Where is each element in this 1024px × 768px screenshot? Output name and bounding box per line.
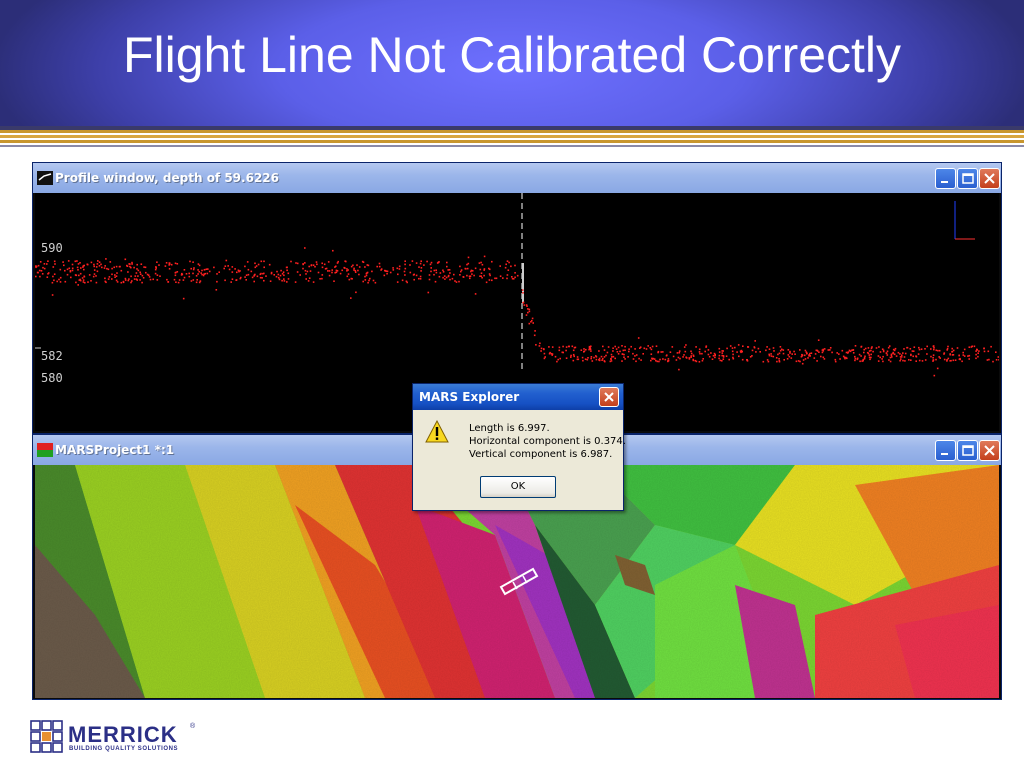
minimize-icon	[941, 181, 948, 183]
merrick-logo: MERRICK ® BUILDING QUALITY SOLUTIONS	[30, 720, 210, 756]
slide-header: Flight Line Not Calibrated Correctly	[0, 0, 1024, 126]
maximize-icon	[962, 445, 974, 456]
logo-tagline: BUILDING QUALITY SOLUTIONS	[69, 746, 179, 752]
map-maximize-button[interactable]	[957, 440, 978, 461]
maximize-icon	[962, 173, 974, 184]
minimize-icon	[941, 453, 948, 455]
profile-window-icon	[37, 171, 53, 185]
profile-maximize-button[interactable]	[957, 168, 978, 189]
profile-close-button[interactable]	[979, 168, 1000, 189]
profile-minimize-button[interactable]	[935, 168, 956, 189]
close-icon	[984, 445, 995, 456]
slide-title: Flight Line Not Calibrated Correctly	[122, 27, 902, 83]
close-icon	[604, 392, 614, 402]
dialog-title: MARS Explorer	[419, 390, 520, 404]
map-window-title: MARSProject1 *:1	[55, 443, 175, 457]
merrick-grid-icon	[30, 720, 63, 753]
map-window-icon	[37, 443, 53, 457]
dialog-length-text: Length is 6.997.	[469, 423, 550, 434]
profile-window-title: Profile window, depth of 59.6226	[55, 171, 279, 185]
map-minimize-button[interactable]	[935, 440, 956, 461]
dialog-close-button[interactable]	[599, 387, 619, 407]
logo-name: MERRICK	[68, 722, 178, 747]
logo-registered: ®	[190, 723, 196, 730]
profile-point-cloud	[35, 247, 999, 377]
dialog-titlebar[interactable]: MARS Explorer	[413, 384, 623, 410]
dialog-vertical-text: Vertical component is 6.987.	[469, 449, 613, 460]
profile-window-titlebar[interactable]: Profile window, depth of 59.6226	[33, 163, 1001, 193]
header-stripes	[0, 126, 1024, 150]
mars-explorer-dialog[interactable]: MARS Explorer Length is 6.997. Horizonta…	[412, 383, 626, 511]
warning-icon	[425, 420, 449, 443]
close-icon	[984, 173, 995, 184]
map-close-button[interactable]	[979, 440, 1000, 461]
dialog-horizontal-text: Horizontal component is 0.374.	[469, 436, 626, 447]
dialog-message: Length is 6.997. Horizontal component is…	[469, 422, 626, 461]
ok-button[interactable]: OK	[480, 476, 556, 498]
